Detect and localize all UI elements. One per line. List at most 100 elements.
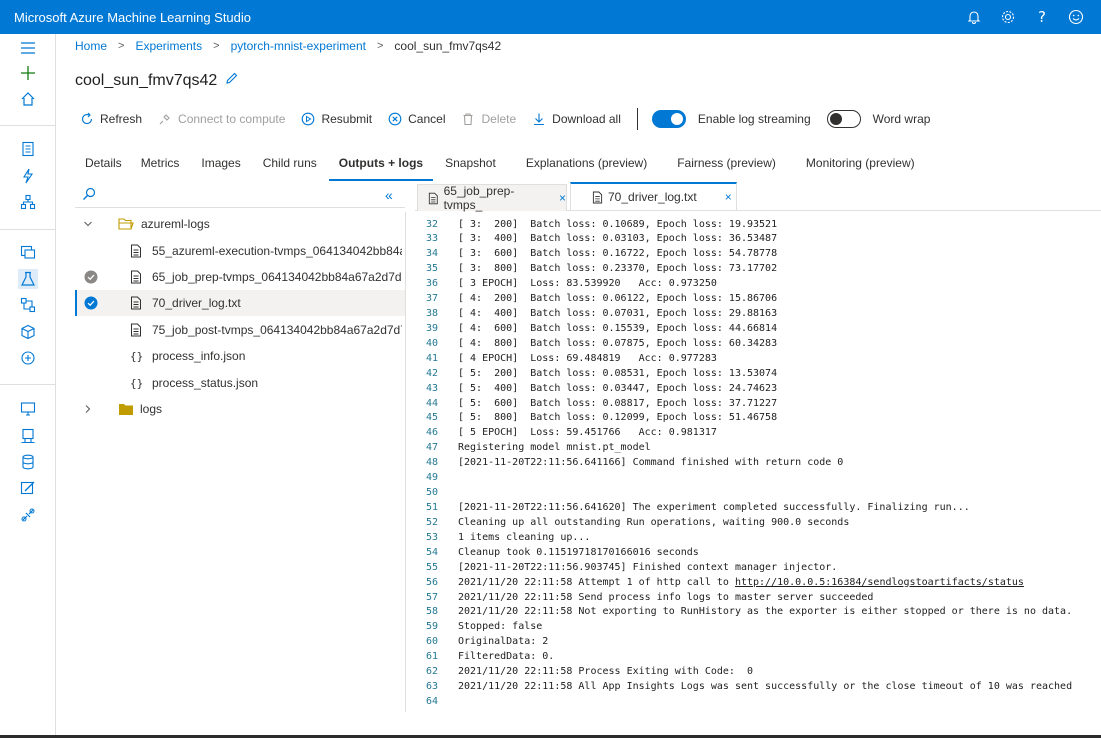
log-link[interactable]: http://10.0.0.5:16384/sendlogstoartifact…: [735, 577, 1024, 588]
log-streaming-label: Enable log streaming: [697, 112, 811, 126]
tab-child-runs[interactable]: Child runs: [253, 151, 327, 181]
datasets-icon[interactable]: [18, 242, 38, 262]
designer-icon[interactable]: [18, 192, 38, 212]
hamburger-menu-icon[interactable]: [18, 38, 38, 58]
line-number: 33: [425, 233, 438, 245]
cancel-button[interactable]: Cancel: [388, 112, 445, 126]
search-icon[interactable]: [82, 187, 96, 204]
log-scrollbar[interactable]: [1092, 212, 1101, 712]
resubmit-button[interactable]: Resubmit: [301, 112, 372, 126]
datastores-icon[interactable]: [18, 452, 38, 472]
chevron-right-icon: >: [376, 40, 384, 52]
chevron-right-icon[interactable]: [83, 403, 93, 417]
log-text-segment: [2021-11-20T22:11:56.903745] Finished co…: [458, 561, 838, 573]
chevron-down-icon[interactable]: [83, 218, 93, 232]
file-icon: [130, 270, 142, 287]
linked-services-icon[interactable]: [18, 505, 38, 525]
close-icon[interactable]: ×: [559, 191, 566, 205]
tree-file-process-status[interactable]: {} process_status.json: [75, 370, 405, 396]
line-number: 37: [425, 293, 438, 305]
line-number: 51: [425, 501, 438, 513]
tab-monitoring[interactable]: Monitoring (preview): [796, 151, 925, 181]
log-text: 2021/11/20 22:11:58 Process Exiting with…: [458, 666, 753, 677]
log-text-segment: 2021/11/20 22:11:58 All App Insights Log…: [458, 681, 1073, 693]
notebooks-icon[interactable]: [18, 139, 38, 159]
toggle-switch-on[interactable]: [651, 110, 686, 128]
log-tab-label: 70_driver_log.txt: [608, 190, 697, 204]
compute-icon[interactable]: [18, 399, 38, 419]
log-line: 62 2021/11/20 22:11:58 Process Exiting wi…: [406, 666, 1101, 681]
log-text-segment: 1 items cleaning up...: [458, 531, 591, 543]
gear-icon[interactable]: [991, 6, 1025, 28]
automl-icon[interactable]: [18, 166, 38, 186]
log-text-segment: 2021/11/20 22:11:58 Send process info lo…: [458, 591, 874, 603]
tree-folder-logs[interactable]: logs: [75, 396, 405, 422]
line-number: 39: [425, 322, 438, 334]
line-number: 49: [425, 472, 438, 484]
breadcrumb-experiments[interactable]: Experiments: [135, 39, 202, 53]
log-streaming-toggle[interactable]: Enable log streaming: [651, 110, 811, 128]
tree-folder-azureml-logs[interactable]: azureml-logs: [75, 211, 405, 237]
bell-icon[interactable]: [957, 6, 991, 28]
tree-file-55-execution[interactable]: 55_azureml-execution-tvmps_064134042bb84…: [75, 238, 405, 264]
tab-images[interactable]: Images: [191, 151, 250, 181]
help-icon[interactable]: ?: [1025, 6, 1059, 28]
delete-button[interactable]: Delete: [461, 112, 516, 126]
word-wrap-toggle[interactable]: Word wrap: [826, 110, 931, 128]
tab-explanations[interactable]: Explanations (preview): [516, 151, 657, 181]
log-text-segment: [ 3: 800] Batch loss: 0.23370, Epoch los…: [458, 263, 778, 275]
tree-file-process-info[interactable]: {} process_info.json: [75, 343, 405, 369]
tree-file-70-driver-log[interactable]: 70_driver_log.txt: [75, 290, 405, 316]
log-viewer[interactable]: 32 [ 3: 200] Batch loss: 0.10689, Epoch l…: [405, 212, 1101, 712]
page-title-row: cool_sun_fmv7qs42: [75, 71, 239, 90]
tab-outputs-logs[interactable]: Outputs + logs: [328, 151, 434, 181]
breadcrumb-experiment[interactable]: pytorch-mnist-experiment: [231, 39, 366, 53]
line-number: 41: [425, 352, 438, 364]
tab-details[interactable]: Details: [75, 151, 132, 181]
log-text: [ 3: 200] Batch loss: 0.10689, Epoch los…: [458, 219, 777, 230]
log-text-segment: Cleaning up all outstanding Run operatio…: [458, 516, 850, 528]
log-line: 43 [ 5: 400] Batch loss: 0.03447, Epoch l…: [406, 383, 1101, 398]
collapse-panel-icon[interactable]: «: [385, 187, 393, 203]
log-text-segment: [ 5: 800] Batch loss: 0.12099, Epoch los…: [458, 412, 778, 424]
log-line: 63 2021/11/20 22:11:58 All App Insights L…: [406, 681, 1101, 696]
edit-pencil-icon[interactable]: [225, 71, 239, 90]
toggle-switch-off[interactable]: [826, 110, 861, 128]
plug-icon: [159, 114, 170, 125]
log-tab-65-job-prep[interactable]: 65_job_prep-tvmps_ ×: [417, 184, 567, 212]
plus-icon[interactable]: [18, 63, 38, 83]
log-text-segment: [ 3: 600] Batch loss: 0.16722, Epoch los…: [458, 248, 778, 260]
log-tab-70-driver-log[interactable]: 70_driver_log.txt ×: [570, 182, 737, 210]
breadcrumb-home[interactable]: Home: [75, 39, 107, 53]
tab-metrics[interactable]: Metrics: [131, 151, 190, 181]
word-wrap-label: Word wrap: [872, 112, 931, 126]
run-tabs: Details Metrics Images Child runs Output…: [75, 151, 925, 181]
pipelines-icon[interactable]: [18, 295, 38, 315]
close-icon[interactable]: ×: [725, 190, 732, 204]
folder-icon: [118, 403, 134, 419]
download-label: Download all: [552, 112, 621, 126]
log-text-segment: [2021-11-20T22:11:56.641166] Command fin…: [458, 457, 844, 469]
log-line: 56 2021/11/20 22:11:58 Attempt 1 of http …: [406, 577, 1101, 592]
line-number: 57: [425, 591, 438, 603]
connect-to-compute-button[interactable]: Connect to compute: [158, 112, 285, 126]
tab-snapshot[interactable]: Snapshot: [435, 151, 506, 181]
download-all-button[interactable]: Download all: [532, 112, 621, 126]
endpoints-icon[interactable]: [18, 348, 38, 368]
log-text-segment: 2021/11/20 22:11:58 Not exporting to Run…: [458, 606, 1073, 618]
file-icon: [130, 296, 142, 313]
models-icon[interactable]: [18, 322, 38, 342]
log-text: [ 5: 200] Batch loss: 0.08531, Epoch los…: [458, 368, 777, 379]
tab-fairness[interactable]: Fairness (preview): [667, 151, 786, 181]
experiments-icon[interactable]: [18, 269, 38, 289]
tree-file-75-job-post[interactable]: 75_job_post-tvmps_064134042bb84a67a2d7d7…: [75, 317, 405, 343]
log-text-segment: [ 5 EPOCH] Loss: 59.451766 Acc: 0.981317: [458, 427, 717, 439]
environments-icon[interactable]: [18, 426, 38, 446]
home-icon[interactable]: [18, 89, 38, 109]
line-number: 62: [425, 666, 438, 678]
smiley-icon[interactable]: [1059, 6, 1093, 28]
svg-text:?: ?: [1038, 9, 1046, 25]
data-labeling-icon[interactable]: [18, 478, 38, 498]
tree-file-65-job-prep[interactable]: 65_job_prep-tvmps_064134042bb84a67a2d7d7…: [75, 264, 405, 290]
refresh-button[interactable]: Refresh: [80, 112, 142, 126]
